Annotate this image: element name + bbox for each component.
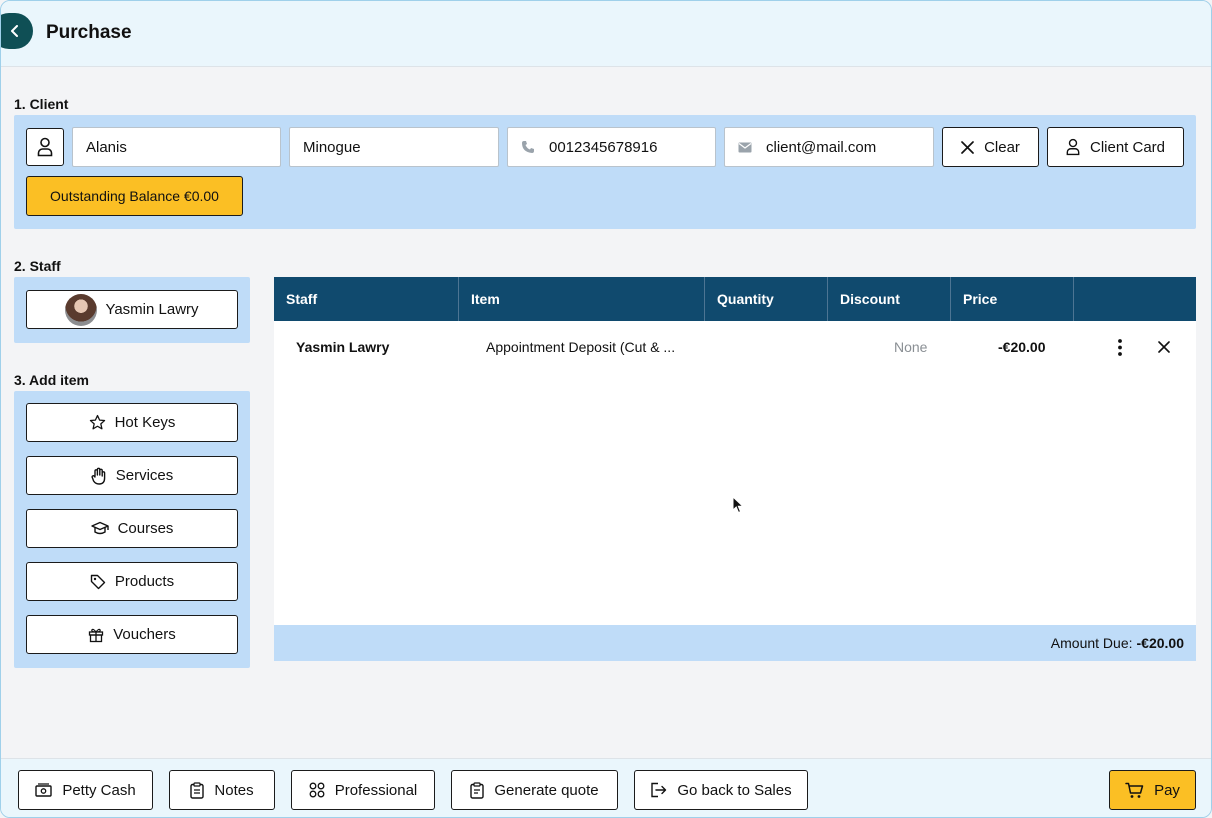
clipboard-icon (190, 781, 205, 799)
staff-name: Yasmin Lawry (105, 301, 199, 318)
pay-button[interactable]: Pay (1109, 770, 1196, 810)
email-value: client@mail.com (766, 138, 877, 156)
tag-icon (90, 574, 106, 590)
user-icon (1066, 138, 1080, 156)
clear-label: Clear (984, 138, 1020, 156)
row-discount[interactable]: None (894, 321, 927, 373)
generate-quote-button[interactable]: Generate quote (451, 770, 618, 810)
column-header-price: Price (951, 277, 1074, 321)
row-price: -€20.00 (998, 339, 1046, 355)
graduation-cap-icon (90, 521, 109, 536)
professional-label: Professional (334, 781, 418, 799)
remove-row-icon[interactable] (1157, 321, 1171, 373)
go-back-to-sales-label: Go back to Sales (677, 781, 792, 799)
user-icon (37, 137, 53, 157)
pay-label: Pay (1154, 781, 1180, 799)
hot-keys-label: Hot Keys (114, 414, 176, 431)
services-button[interactable]: Services (26, 456, 238, 495)
courses-label: Courses (117, 520, 174, 537)
shopping-cart-icon (1125, 782, 1144, 799)
close-icon (961, 140, 974, 154)
hot-keys-button[interactable]: Hot Keys (26, 403, 238, 442)
generate-quote-label: Generate quote (494, 781, 599, 799)
services-label: Services (115, 467, 174, 484)
amount-due-label: Amount Due: (1050, 635, 1133, 651)
products-button[interactable]: Products (26, 562, 238, 601)
client-card-label: Client Card (1089, 138, 1166, 156)
phone-icon (521, 140, 539, 154)
staff-select-button[interactable]: Yasmin Lawry (26, 290, 238, 329)
phone-value: 0012345678916 (549, 138, 658, 156)
column-header-actions (1074, 277, 1196, 321)
column-header-item: Item (459, 277, 705, 321)
app-window: Purchase 1. Client Alanis Minogue 001234… (0, 0, 1212, 818)
hand-icon (91, 467, 107, 485)
client-section-label: 1. Client (14, 96, 69, 112)
client-card-button[interactable]: Client Card (1047, 127, 1184, 167)
client-search-button[interactable] (26, 128, 64, 166)
first-name-field[interactable]: Alanis (72, 127, 281, 167)
staff-section-label: 2. Staff (14, 258, 61, 274)
exit-icon (650, 782, 667, 798)
petty-cash-label: Petty Cash (62, 781, 136, 799)
column-header-staff: Staff (274, 277, 459, 321)
table-row[interactable]: Yasmin Lawry Appointment Deposit (Cut & … (274, 321, 1196, 373)
header-bar: Purchase (1, 1, 1211, 67)
chevron-left-icon (10, 25, 20, 37)
page-title: Purchase (46, 22, 132, 43)
more-options-icon[interactable] (1114, 321, 1126, 373)
star-icon (89, 414, 106, 431)
notes-label: Notes (214, 781, 254, 799)
gift-icon (88, 627, 104, 643)
row-item: Appointment Deposit (Cut & ... (486, 339, 676, 355)
courses-button[interactable]: Courses (26, 509, 238, 548)
go-back-to-sales-button[interactable]: Go back to Sales (634, 770, 808, 810)
last-name-field[interactable]: Minogue (289, 127, 499, 167)
notes-button[interactable]: Notes (169, 770, 275, 810)
grid-icon (309, 782, 325, 798)
envelope-icon (738, 142, 756, 153)
table-header: Staff Item Quantity Discount Price (274, 277, 1196, 321)
first-name-value: Alanis (86, 138, 127, 156)
last-name-value: Minogue (303, 138, 361, 156)
amount-due-value: -€20.00 (1136, 635, 1184, 651)
vouchers-label: Vouchers (113, 626, 176, 643)
avatar (65, 293, 98, 326)
outstanding-balance-button[interactable]: Outstanding Balance €0.00 (26, 176, 243, 216)
professional-button[interactable]: Professional (291, 770, 435, 810)
purchase-table: Staff Item Quantity Discount Price Yasmi… (274, 277, 1196, 661)
row-staff: Yasmin Lawry (296, 339, 390, 355)
cash-register-icon (35, 782, 53, 798)
bottom-action-bar: Petty Cash Notes Professional Generate q… (1, 758, 1211, 817)
petty-cash-button[interactable]: Petty Cash (18, 770, 153, 810)
clipboard-list-icon (470, 781, 485, 799)
column-header-discount: Discount (828, 277, 951, 321)
clear-button[interactable]: Clear (942, 127, 1039, 167)
products-label: Products (114, 573, 175, 590)
amount-due-bar: Amount Due: -€20.00 (274, 625, 1196, 661)
phone-field[interactable]: 0012345678916 (507, 127, 716, 167)
email-field[interactable]: client@mail.com (724, 127, 934, 167)
add-item-section-label: 3. Add item (14, 372, 89, 388)
back-button[interactable] (1, 13, 33, 49)
vouchers-button[interactable]: Vouchers (26, 615, 238, 654)
mouse-cursor-icon (732, 496, 744, 514)
column-header-quantity: Quantity (705, 277, 828, 321)
